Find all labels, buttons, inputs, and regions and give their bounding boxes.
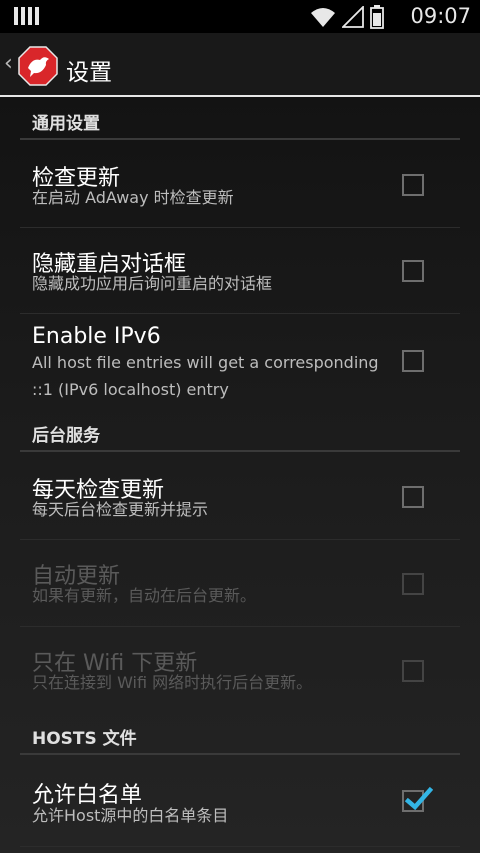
- section-hosts: HOSTS 文件: [20, 722, 460, 756]
- pref-summary: All host file entries will get a corresp…: [32, 353, 379, 399]
- pref-wifi-only: 只在 Wifi 下更新 只在连接到 Wifi 网络时执行后台更新。: [20, 627, 460, 713]
- adaway-logo-icon[interactable]: [18, 46, 58, 86]
- section-general: 通用设置: [20, 107, 460, 141]
- checkbox[interactable]: [402, 260, 424, 282]
- status-bar: 09:07: [0, 0, 480, 33]
- pref-summary: 每天后台检查更新并提示: [32, 500, 209, 519]
- section-header: 通用设置: [32, 114, 100, 134]
- back-chevron-icon[interactable]: ‹: [4, 51, 13, 76]
- notification-icon: [14, 7, 39, 25]
- checkmark-icon: [404, 786, 433, 811]
- pref-title: Enable IPv6: [32, 324, 161, 349]
- status-icons: [310, 5, 384, 29]
- pref-summary: 在启动 AdAway 时检查更新: [32, 188, 234, 207]
- pref-summary: 隐藏成功应用后询问重启的对话框: [32, 274, 273, 293]
- checkbox: [402, 660, 424, 682]
- page-title: 设置: [66, 60, 112, 86]
- wifi-icon: [311, 8, 335, 27]
- pref-summary: 如果有更新，自动在后台更新。: [32, 586, 257, 605]
- section-background: 后台服务: [20, 419, 460, 453]
- action-bar: ‹ 设置: [0, 33, 480, 97]
- clock: 09:07: [410, 4, 471, 28]
- checkbox: [402, 573, 424, 595]
- battery-icon: [370, 5, 384, 29]
- checkbox-checked[interactable]: [402, 786, 433, 812]
- pref-check-update[interactable]: 检查更新 在启动 AdAway 时检查更新: [20, 142, 460, 228]
- section-header: 后台服务: [32, 426, 100, 446]
- pref-summary: 只在连接到 Wifi 网络时执行后台更新。: [32, 673, 313, 692]
- pref-daily-check[interactable]: 每天检查更新 每天后台检查更新并提示: [20, 454, 460, 540]
- signal-icon: [342, 6, 364, 28]
- checkbox[interactable]: [402, 486, 424, 508]
- section-header: HOSTS 文件: [32, 729, 137, 749]
- settings-list: 通用设置 检查更新 在启动 AdAway 时检查更新 隐藏重启对话框 隐藏成功应…: [0, 97, 480, 853]
- pref-whitelist[interactable]: 允许白名单 允许Host源中的白名单条目: [20, 757, 460, 847]
- checkbox[interactable]: [402, 174, 424, 196]
- checkbox[interactable]: [402, 350, 424, 372]
- pref-auto-update: 自动更新 如果有更新，自动在后台更新。: [20, 540, 460, 627]
- pref-hide-reboot-dialog[interactable]: 隐藏重启对话框 隐藏成功应用后询问重启的对话框: [20, 228, 460, 314]
- pref-summary: 允许Host源中的白名单条目: [32, 806, 229, 825]
- pref-enable-ipv6[interactable]: Enable IPv6 All host file entries will g…: [20, 314, 460, 407]
